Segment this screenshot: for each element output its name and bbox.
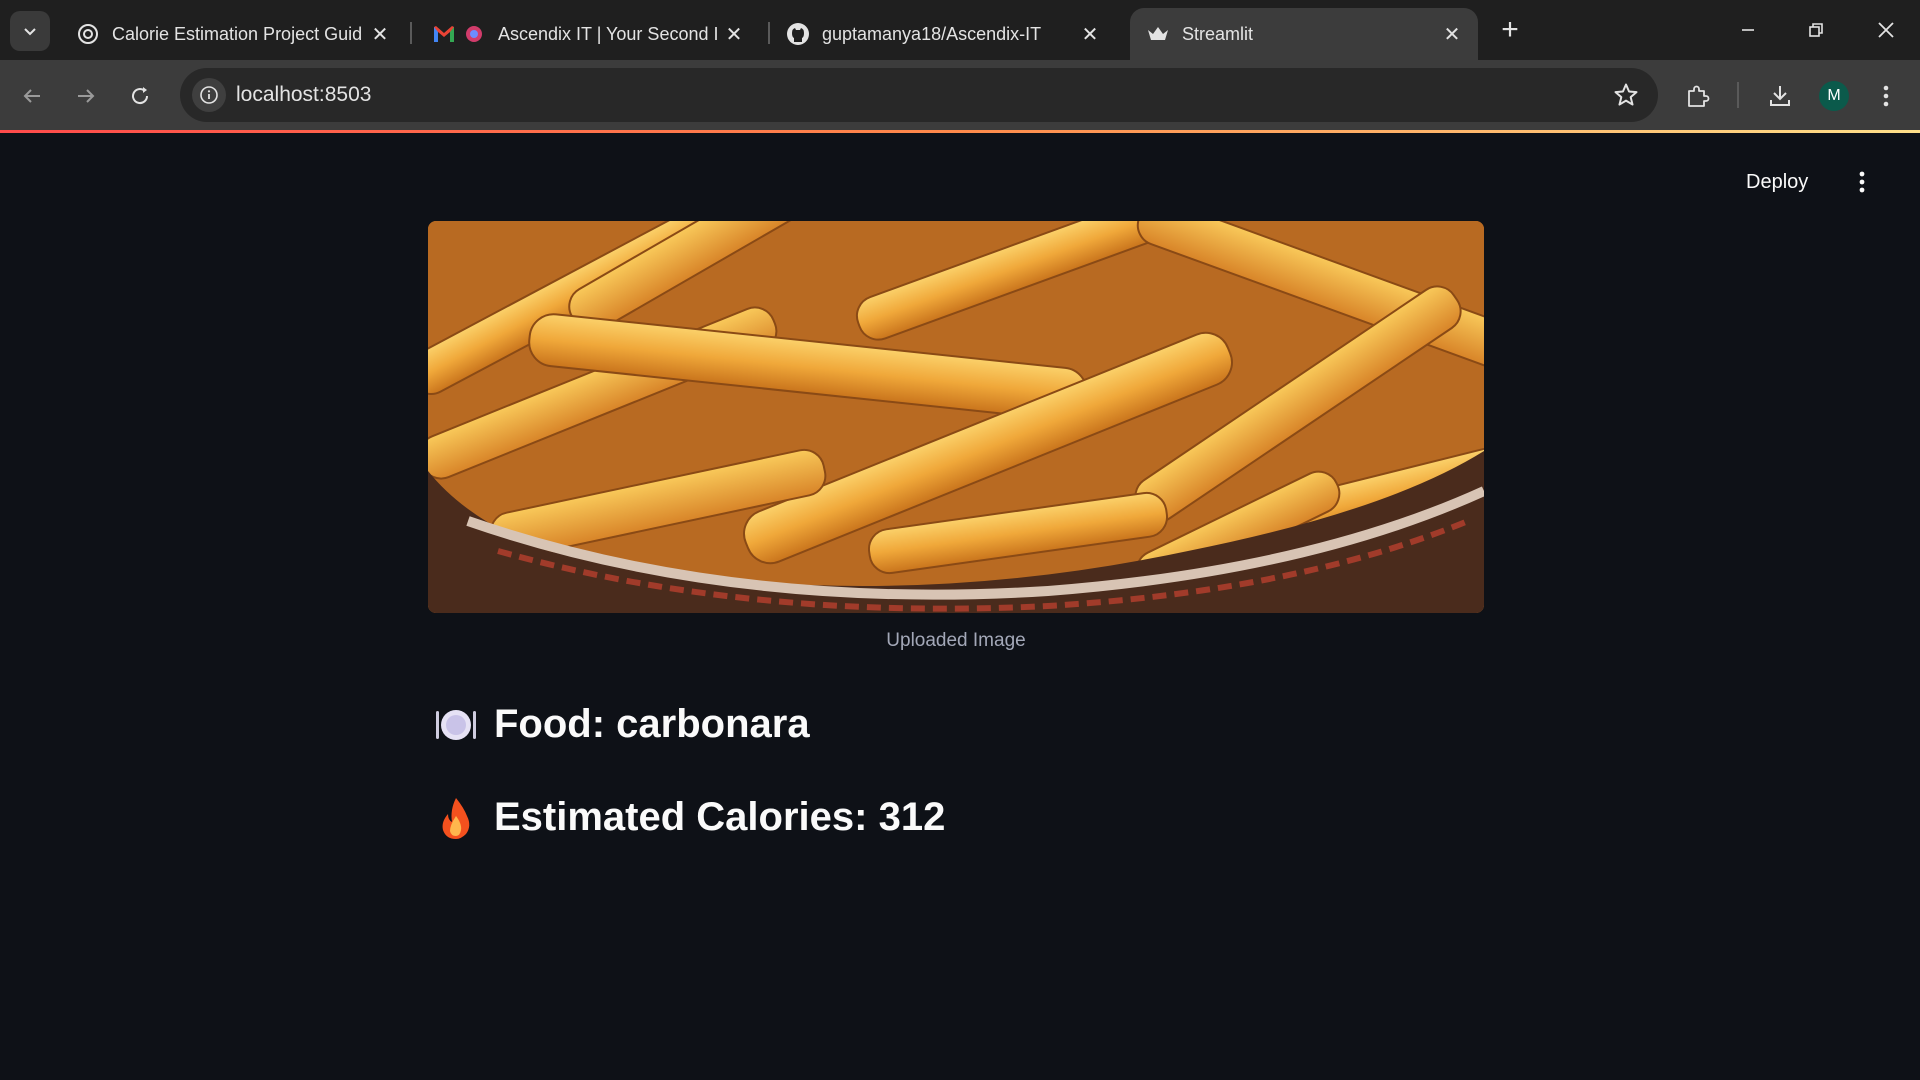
tab-title: Calorie Estimation Project Guide xyxy=(112,23,362,44)
ascendix-icon xyxy=(462,22,486,46)
puzzle-icon xyxy=(1688,85,1710,107)
close-icon[interactable]: ✕ xyxy=(1440,22,1464,46)
profile-avatar[interactable]: M xyxy=(1819,81,1849,111)
plate-utensils-icon xyxy=(436,709,476,740)
download-icon xyxy=(1770,86,1790,106)
tab-streamlit[interactable]: Streamlit ✕ xyxy=(1130,8,1478,60)
restore-button[interactable] xyxy=(1792,10,1840,50)
chatgpt-icon xyxy=(76,22,100,46)
close-icon[interactable]: ✕ xyxy=(368,22,392,46)
browser-menu-button[interactable] xyxy=(1868,78,1904,114)
downloads-button[interactable] xyxy=(1762,78,1798,114)
uploaded-food-image xyxy=(428,221,1484,613)
close-icon[interactable]: ✕ xyxy=(1078,22,1102,46)
arrow-right-icon xyxy=(78,89,95,103)
streamlit-icon xyxy=(1146,22,1170,46)
food-result-heading: Food: carbonara xyxy=(434,702,810,747)
restore-icon xyxy=(1809,23,1823,37)
calories-result-heading: Estimated Calories: 312 xyxy=(434,795,945,840)
calories-label: Estimated Calories: 312 xyxy=(494,795,946,839)
tab-search-button[interactable] xyxy=(10,11,50,51)
arrow-left-icon xyxy=(23,89,40,103)
food-label: Food: carbonara xyxy=(494,702,810,746)
reload-icon xyxy=(132,87,149,105)
tab-ascendix-gmail[interactable]: Ascendix IT | Your Second In ✕ xyxy=(414,8,760,60)
fire-icon xyxy=(442,797,470,839)
tab-calorie-estimation[interactable]: Calorie Estimation Project Guide ✕ xyxy=(60,8,406,60)
tab-title: Streamlit xyxy=(1182,23,1254,44)
more-vertical-icon xyxy=(1859,171,1865,193)
tab-title: guptamanya18/Ascendix-IT xyxy=(822,23,1042,44)
forward-button[interactable] xyxy=(68,78,104,114)
close-icon xyxy=(1878,22,1894,38)
close-window-button[interactable] xyxy=(1862,10,1910,50)
github-icon xyxy=(786,22,810,46)
extensions-button[interactable] xyxy=(1680,78,1716,114)
new-tab-button[interactable]: + xyxy=(1494,13,1526,46)
close-icon[interactable]: ✕ xyxy=(722,22,746,46)
tab-title: Ascendix IT | Your Second In xyxy=(498,23,718,44)
app-menu-button[interactable] xyxy=(1850,169,1874,195)
back-button[interactable] xyxy=(14,78,50,114)
image-caption: Uploaded Image xyxy=(886,630,1026,651)
more-vertical-icon xyxy=(1883,85,1889,107)
tab-strip: Calorie Estimation Project Guide ✕ Ascen… xyxy=(0,0,1920,60)
streamlit-app: Deploy Uploaded Image Food: carbonara Es… xyxy=(0,133,1920,1080)
reload-button[interactable] xyxy=(122,78,158,114)
tab-divider xyxy=(410,22,412,44)
minimize-button[interactable] xyxy=(1724,10,1772,50)
gmail-icon xyxy=(430,22,458,46)
minimize-icon xyxy=(1742,29,1754,31)
browser-toolbar: localhost:8503 M xyxy=(0,60,1920,130)
address-bar[interactable]: localhost:8503 xyxy=(180,68,1658,122)
tab-github-repo[interactable]: guptamanya18/Ascendix-IT ✕ xyxy=(770,8,1116,60)
chevron-down-icon xyxy=(24,28,36,36)
url-text: localhost:8503 xyxy=(236,83,372,106)
toolbar-divider xyxy=(1737,82,1739,108)
deploy-button[interactable]: Deploy xyxy=(1746,171,1808,194)
bookmark-star-icon[interactable] xyxy=(1612,81,1640,109)
site-info-icon[interactable] xyxy=(192,78,226,112)
